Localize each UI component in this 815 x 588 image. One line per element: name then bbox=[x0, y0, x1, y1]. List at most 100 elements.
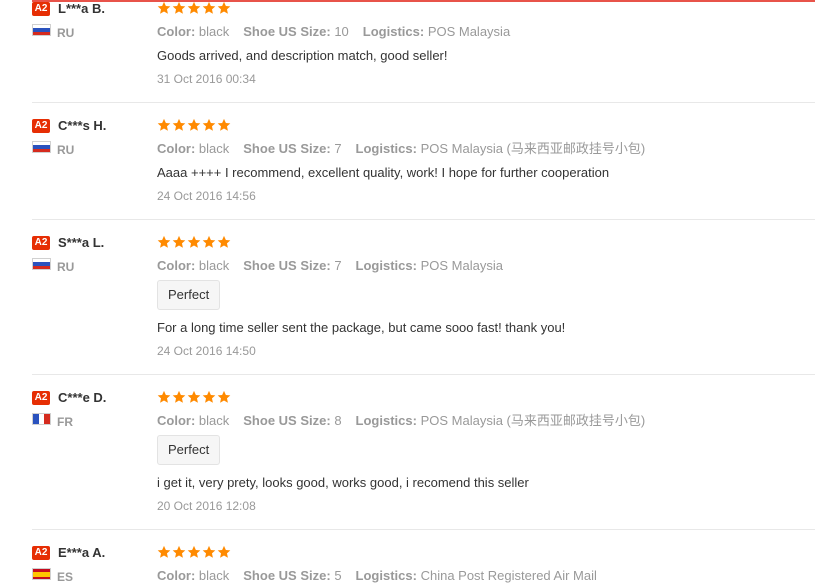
buyer-level-badge: A2 bbox=[32, 391, 50, 405]
star-rating bbox=[157, 1, 232, 17]
star-icon bbox=[217, 235, 231, 248]
order-attributes: Color: black Shoe US Size: 10 Logistics: P… bbox=[157, 24, 524, 40]
star-icon bbox=[202, 1, 216, 14]
feedback-text: For a long time seller sent the package,… bbox=[157, 320, 566, 335]
color-value: black bbox=[198, 568, 230, 583]
color-label: Color: bbox=[157, 568, 196, 583]
size-attribute: Shoe US Size: 10 bbox=[243, 24, 349, 39]
feedback-text: i get it, very prety, looks good, works … bbox=[157, 475, 529, 490]
star-icon bbox=[217, 118, 231, 131]
logistics-attribute: Logistics: China Post Registered Air Mai… bbox=[356, 568, 597, 583]
star-icon bbox=[217, 390, 231, 403]
color-value: black bbox=[198, 141, 230, 156]
spain-flag-icon bbox=[32, 568, 51, 580]
size-value: 5 bbox=[334, 568, 342, 583]
color-label: Color: bbox=[157, 24, 196, 39]
star-icon bbox=[202, 235, 216, 248]
buyer-country: ES bbox=[57, 570, 74, 584]
logistics-attribute: Logistics: POS Malaysia bbox=[363, 24, 510, 39]
logistics-label: Logistics: bbox=[355, 141, 417, 156]
feedback-tag: Perfect bbox=[157, 435, 221, 465]
feedback-text: Aaaa ++++ I recommend, excellent quality… bbox=[157, 165, 610, 180]
star-icon bbox=[217, 1, 231, 14]
size-attribute: Shoe US Size: 7 bbox=[243, 258, 341, 273]
star-icon bbox=[172, 390, 186, 403]
star-icon bbox=[202, 545, 216, 558]
star-icon bbox=[157, 545, 171, 558]
buyer-country: FR bbox=[57, 415, 73, 429]
order-attributes: Color: black Shoe US Size: 7 Logistics: PO… bbox=[157, 258, 517, 274]
size-attribute: Shoe US Size: 7 bbox=[243, 141, 341, 156]
order-attributes: Color: black Shoe US Size: 5 Logistics: Ch… bbox=[157, 568, 611, 584]
star-icon bbox=[172, 118, 186, 131]
buyer-level-badge: A2 bbox=[32, 2, 50, 16]
france-flag-icon bbox=[32, 413, 51, 425]
color-attribute: Color: black bbox=[157, 413, 229, 428]
star-icon bbox=[187, 390, 201, 403]
star-icon bbox=[187, 1, 201, 14]
star-icon bbox=[157, 235, 171, 248]
color-attribute: Color: black bbox=[157, 258, 229, 273]
review-item: A2 E***a A. ES Color: black Shoe US Size: 5L… bbox=[32, 530, 815, 588]
star-icon bbox=[202, 118, 216, 131]
order-attributes: Color: black Shoe US Size: 8 Logistics: PO… bbox=[157, 413, 659, 429]
russia-flag-icon bbox=[32, 24, 51, 36]
feedback-date: 20 Oct 2016 12:08 bbox=[157, 499, 256, 513]
star-rating bbox=[157, 390, 232, 406]
feedback-tag: Perfect bbox=[157, 280, 221, 310]
star-icon bbox=[187, 235, 201, 248]
color-value: black bbox=[198, 413, 230, 428]
logistics-label: Logistics: bbox=[355, 568, 417, 583]
logistics-value: POS Malaysia (马来西亚邮政挂号小包) bbox=[420, 141, 646, 156]
logistics-value: POS Malaysia bbox=[420, 258, 503, 273]
star-icon bbox=[217, 545, 231, 558]
buyer-level-badge: A2 bbox=[32, 236, 50, 250]
star-icon bbox=[187, 118, 201, 131]
size-value: 8 bbox=[334, 413, 342, 428]
color-value: black bbox=[198, 258, 230, 273]
review-item: A2 S***a L. RU Color: black Shoe US Size: 7L… bbox=[32, 220, 815, 375]
size-label: Shoe US Size: bbox=[243, 568, 331, 583]
buyer-name: L***a B. bbox=[58, 1, 105, 16]
logistics-value: POS Malaysia (马来西亚邮政挂号小包) bbox=[420, 413, 646, 428]
feedback-date: 24 Oct 2016 14:56 bbox=[157, 189, 256, 203]
logistics-label: Logistics: bbox=[362, 24, 425, 39]
color-value: black bbox=[198, 24, 230, 39]
star-icon bbox=[157, 390, 171, 403]
buyer-country: RU bbox=[57, 260, 75, 274]
size-label: Shoe US Size: bbox=[243, 24, 331, 39]
star-icon bbox=[202, 390, 216, 403]
size-attribute: Shoe US Size: 8 bbox=[243, 413, 341, 428]
order-attributes: Color: black Shoe US Size: 7 Logistics: PO… bbox=[157, 141, 659, 157]
size-label: Shoe US Size: bbox=[243, 258, 331, 273]
buyer-level-badge: A2 bbox=[32, 546, 50, 560]
star-icon bbox=[157, 1, 171, 14]
buyer-level-badge: A2 bbox=[32, 119, 50, 133]
review-item: A2 C***s H. RU Color: black Shoe US Size: 7L… bbox=[32, 103, 815, 220]
logistics-attribute: Logistics: POS Malaysia (马来西亚邮政挂号小包) bbox=[356, 141, 646, 156]
size-value: 10 bbox=[334, 24, 349, 39]
color-attribute: Color: black bbox=[157, 141, 229, 156]
color-attribute: Color: black bbox=[157, 24, 229, 39]
star-icon bbox=[157, 118, 171, 131]
star-icon bbox=[172, 1, 186, 14]
color-label: Color: bbox=[157, 141, 196, 156]
buyer-country: RU bbox=[57, 26, 75, 40]
size-value: 7 bbox=[334, 141, 342, 156]
color-label: Color: bbox=[157, 413, 196, 428]
logistics-attribute: Logistics: POS Malaysia (马来西亚邮政挂号小包) bbox=[356, 413, 646, 428]
color-label: Color: bbox=[157, 258, 196, 273]
size-value: 7 bbox=[334, 258, 342, 273]
star-icon bbox=[187, 545, 201, 558]
logistics-label: Logistics: bbox=[355, 413, 417, 428]
feedback-text: Goods arrived, and description match, go… bbox=[157, 48, 448, 63]
feedback-date: 24 Oct 2016 14:50 bbox=[157, 344, 256, 358]
size-label: Shoe US Size: bbox=[243, 413, 331, 428]
buyer-name: C***e D. bbox=[58, 390, 107, 405]
logistics-value: China Post Registered Air Mail bbox=[420, 568, 597, 583]
color-attribute: Color: black bbox=[157, 568, 229, 583]
review-item: A2 C***e D. FR Color: black Shoe US Size: 8L… bbox=[32, 375, 815, 530]
size-label: Shoe US Size: bbox=[243, 141, 331, 156]
review-item: A2 L***a B. RU Color: black Shoe US Size: 10… bbox=[32, 0, 815, 103]
buyer-name: S***a L. bbox=[58, 235, 105, 250]
